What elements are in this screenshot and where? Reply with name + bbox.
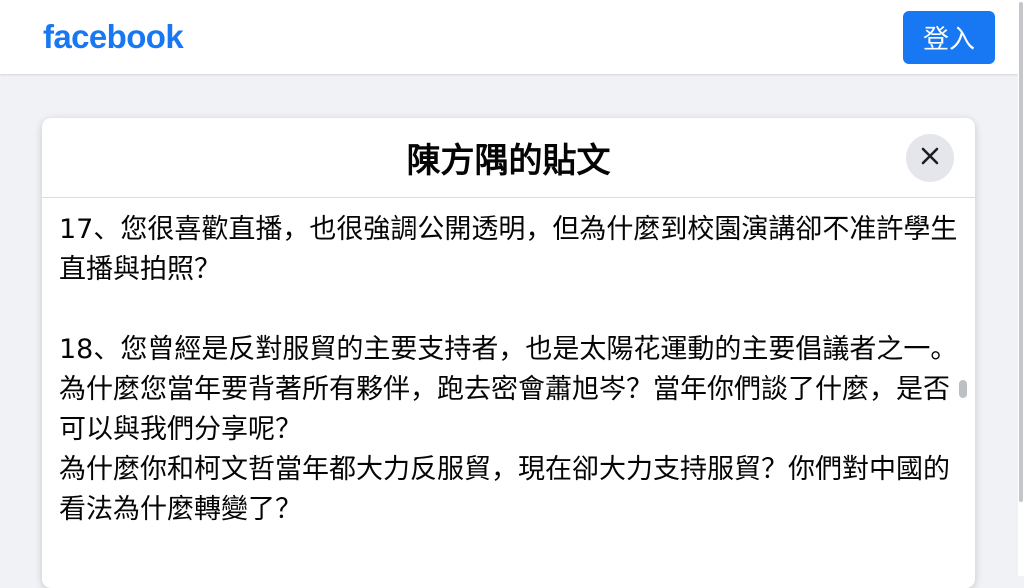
post-content: 17、您很喜歡直播，也很強調公開透明，但為什麼到校園演講卻不准許學生直播與拍照？… — [59, 210, 959, 530]
close-button[interactable] — [906, 134, 954, 182]
login-button[interactable]: 登入 — [903, 11, 995, 64]
top-navigation-bar: facebook 登入 — [0, 0, 1018, 74]
facebook-logo[interactable]: facebook — [43, 18, 184, 56]
dialog-scrollbar-thumb[interactable] — [959, 380, 967, 398]
dialog-header: 陳方隅的貼文 — [42, 118, 975, 198]
close-icon — [920, 146, 940, 170]
page-scrollbar[interactable] — [1018, 0, 1024, 576]
post-paragraph: 18、您曾經是反對服貿的主要支持者，也是太陽花運動的主要倡議者之一。為什麼您當年… — [59, 334, 958, 525]
post-dialog: 陳方隅的貼文 17、您很喜歡直播，也很強調公開透明，但為什麼到校園演講卻不准許學… — [42, 118, 975, 588]
post-paragraph: 17、您很喜歡直播，也很強調公開透明，但為什麼到校園演講卻不准許學生直播與拍照？ — [59, 214, 958, 285]
dialog-title: 陳方隅的貼文 — [406, 141, 611, 181]
page-scrollbar-thumb[interactable] — [1019, 2, 1023, 502]
